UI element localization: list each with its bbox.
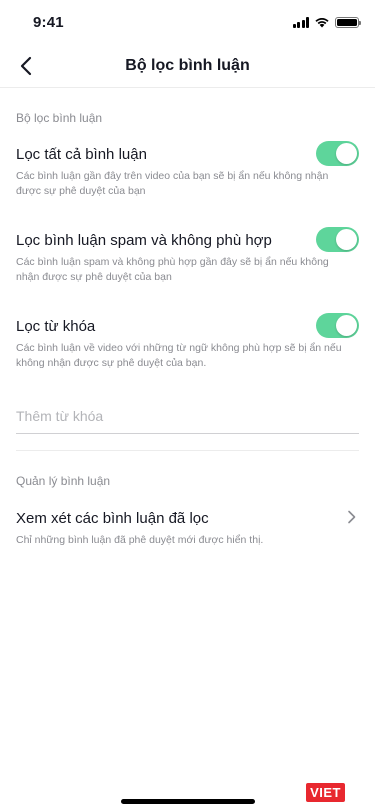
toggle-knob (336, 315, 357, 336)
filter-spam-description: Các bình luận spam và không phù hợp gần … (16, 256, 329, 283)
watermark-logo: VIET (306, 783, 345, 802)
toggle-knob (336, 143, 357, 164)
section-header-manage: Quản lý bình luận (16, 474, 111, 488)
home-indicator (121, 799, 255, 804)
nav-bar: Bộ lọc bình luận (0, 44, 375, 88)
filter-all-toggle[interactable] (316, 141, 359, 166)
review-filtered-description: Chỉ những bình luận đã phê duyệt mới đượ… (16, 534, 264, 546)
review-filtered-title: Xem xét các bình luận đã lọc (16, 510, 209, 527)
battery-icon (335, 16, 361, 28)
wifi-icon (315, 17, 329, 28)
filter-all-description: Các bình luận gần đây trên video của bạn… (16, 170, 329, 197)
page-title: Bộ lọc bình luận (125, 57, 250, 74)
status-time: 9:41 (33, 14, 64, 31)
filter-keyword-toggle[interactable] (316, 313, 359, 338)
filter-keyword-title: Lọc từ khóa (16, 318, 96, 335)
signal-icon (292, 16, 309, 28)
status-bar: 9:41 (0, 0, 375, 44)
watermark-text: VIET (306, 783, 345, 802)
section-divider (16, 450, 359, 451)
filter-spam-toggle[interactable] (316, 227, 359, 252)
toggle-knob (336, 229, 357, 250)
filter-all-title: Lọc tất cả bình luận (16, 146, 147, 163)
keyword-input[interactable] (16, 398, 359, 434)
filter-spam-title: Lọc bình luận spam và không phù hợp (16, 232, 272, 249)
section-header-filter: Bộ lọc bình luận (16, 111, 103, 125)
filter-keyword-description: Các bình luận về video với những từ ngữ … (16, 342, 342, 369)
status-icons (292, 16, 361, 28)
chevron-right-icon (348, 510, 356, 524)
